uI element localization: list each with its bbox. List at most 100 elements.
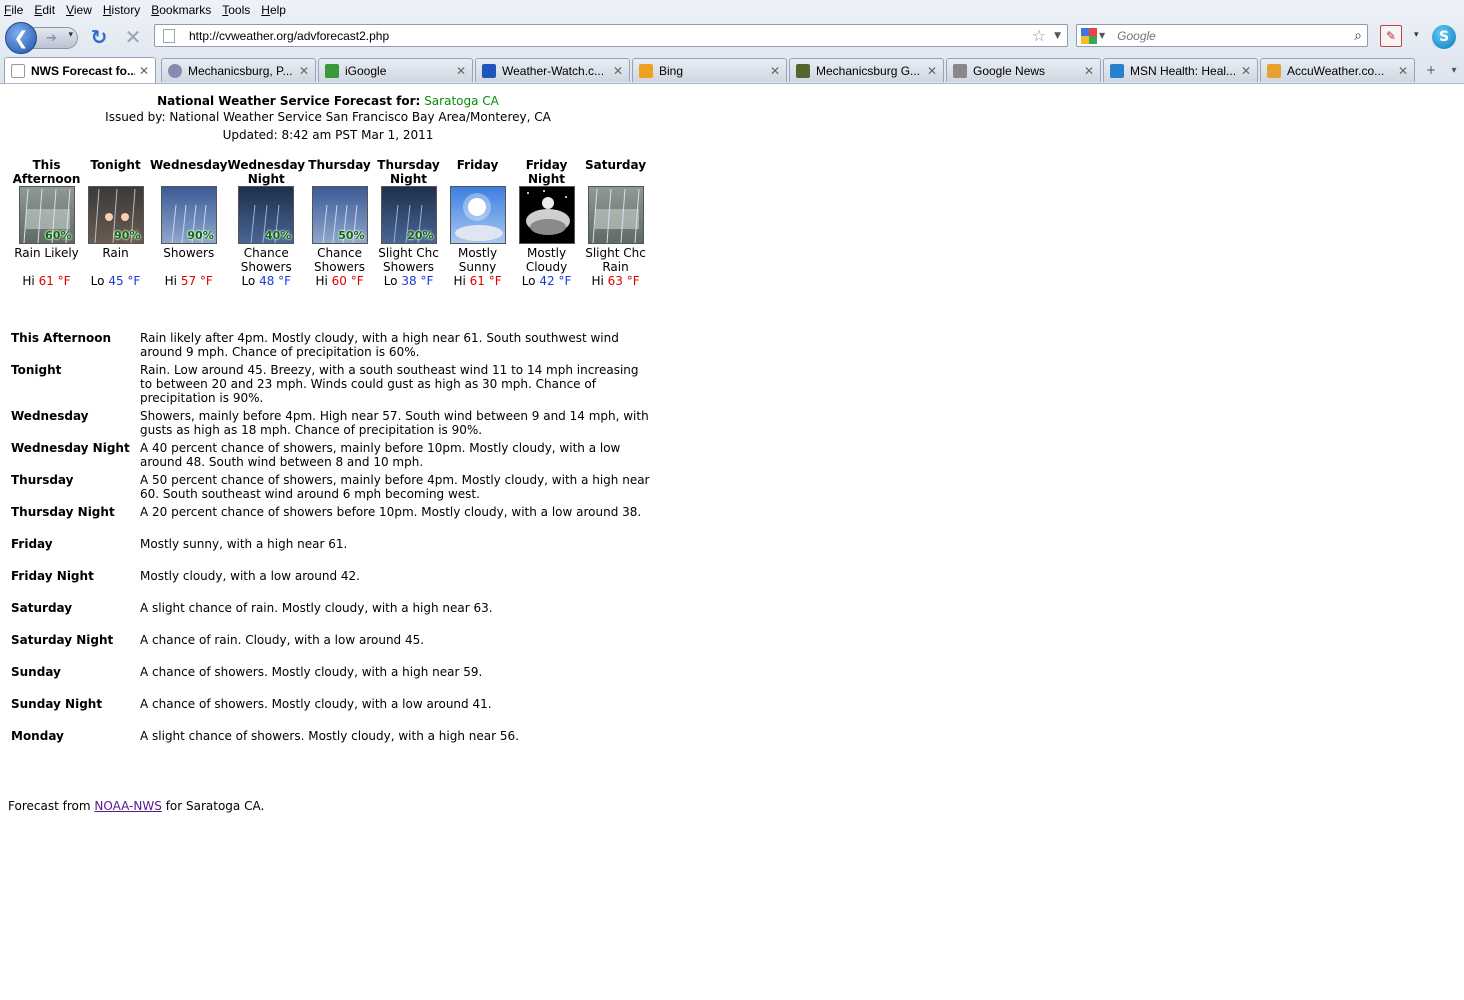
address-bar[interactable]: http://cvweather.org/advforecast2.php ☆ … xyxy=(154,24,1068,47)
temperature: 42 °F xyxy=(539,274,572,288)
reload-icon: ↻ xyxy=(90,25,108,49)
back-arrow-icon: ❮ xyxy=(13,27,29,49)
period-column: Saturday Slight Chc Rain Hi 63 °F xyxy=(581,158,650,288)
favicon-icon xyxy=(1267,63,1281,78)
detail-period: Thursday xyxy=(11,473,74,487)
forward-arrow-icon: ➔ xyxy=(46,30,57,46)
favicon-icon xyxy=(168,63,182,78)
tab-list-icon[interactable]: ▾ xyxy=(1446,60,1462,80)
menu-help[interactable]: Help xyxy=(261,3,286,17)
period-column: Wednesday Night 40% Chance Showers Lo 48… xyxy=(228,158,306,288)
temperature: 60 °F xyxy=(331,274,364,288)
title-prefix: National Weather Service Forecast for: xyxy=(157,94,421,108)
stop-button[interactable]: ✕ xyxy=(122,25,144,49)
menu-edit[interactable]: Edit xyxy=(34,3,55,17)
condition-text: Mostly Cloudy xyxy=(525,246,568,274)
tab-mechanicsburg-p[interactable]: Mechanicsburg, P... ✕ xyxy=(161,58,316,82)
detail-period: Sunday Night xyxy=(11,697,103,711)
tab-label: Mechanicsburg, P... xyxy=(188,63,293,78)
close-icon[interactable]: ✕ xyxy=(613,64,623,78)
tab-accuweather[interactable]: AccuWeather.co... ✕ xyxy=(1260,58,1415,82)
browser-chrome: File Edit View History Bookmarks Tools H… xyxy=(0,0,1464,84)
search-bar[interactable]: ▼ ⌕ xyxy=(1076,24,1368,47)
period-column: Thursday 50% Chance Showers Hi 60 °F xyxy=(305,158,374,288)
tab-igoogle[interactable]: iGoogle ✕ xyxy=(318,58,473,82)
url-dropdown-icon[interactable]: ▼ xyxy=(1054,31,1061,41)
tab-label: AccuWeather.co... xyxy=(1287,63,1385,78)
condition-text: Slight Chc Showers xyxy=(378,246,439,274)
detail-text: A 20 percent chance of showers before 10… xyxy=(140,505,642,519)
hi-lo-label: Hi xyxy=(591,274,604,288)
hi-lo-label: Hi xyxy=(164,274,178,288)
period-name: Saturday xyxy=(584,158,647,172)
forecast-header: National Weather Service Forecast for: S… xyxy=(8,93,648,143)
navigation-toolbar: ➔ ▾ ❮ ↻ ✕ http://cvweather.org/advforeca… xyxy=(0,20,1464,54)
rain-icon xyxy=(587,186,644,244)
tab-msn-health[interactable]: MSN Health: Heal... ✕ xyxy=(1103,58,1258,82)
address-bar-url[interactable]: http://cvweather.org/advforecast2.php xyxy=(189,29,1032,43)
close-icon[interactable]: ✕ xyxy=(139,64,149,78)
search-engine-dropdown-icon[interactable]: ▼ xyxy=(1099,31,1105,40)
detail-text: A slight chance of rain. Mostly cloudy, … xyxy=(140,601,493,615)
detail-period: Tonight xyxy=(11,363,62,377)
detail-period: Saturday xyxy=(11,601,73,615)
place-name: Saratoga CA xyxy=(424,94,499,108)
page-icon xyxy=(163,28,175,43)
hi-lo-label: Hi xyxy=(315,274,328,288)
period-column: Friday Night Mostly Cloudy Lo 42 °F xyxy=(512,158,581,288)
tab-mechanicsburg-g[interactable]: Mechanicsburg G... ✕ xyxy=(789,58,944,82)
tab-label: MSN Health: Heal... xyxy=(1130,63,1237,78)
tab-label: NWS Forecast fo... xyxy=(31,63,135,78)
new-tab-icon[interactable]: + xyxy=(1418,60,1444,80)
period-column: Wednesday 90% Showers Hi 57 °F xyxy=(150,158,228,288)
skype-icon[interactable]: S xyxy=(1432,25,1456,49)
menu-bookmarks[interactable]: Bookmarks xyxy=(151,3,211,17)
close-icon[interactable]: ✕ xyxy=(1241,64,1251,78)
hi-lo-label: Hi xyxy=(453,274,466,288)
period-name: Wednesday Night xyxy=(227,158,306,186)
close-icon[interactable]: ✕ xyxy=(1398,64,1408,78)
tab-weather-watch[interactable]: Weather-Watch.c... ✕ xyxy=(475,58,630,82)
addon-dropdown-icon[interactable]: ▾ xyxy=(1414,30,1419,40)
tab-strip: NWS Forecast fo... ✕ Mechanicsburg, P...… xyxy=(0,56,1464,84)
hi-lo-label: Lo xyxy=(383,274,398,288)
reload-button[interactable]: ↻ xyxy=(88,25,110,49)
detail-text: A chance of showers. Mostly cloudy, with… xyxy=(140,665,483,679)
detail-period: Wednesday xyxy=(11,409,89,423)
temperature: 63 °F xyxy=(607,274,640,288)
magnifier-icon[interactable]: ⌕ xyxy=(1354,28,1362,44)
close-icon[interactable]: ✕ xyxy=(299,64,309,78)
google-icon[interactable] xyxy=(1081,27,1097,44)
table-row: Friday Night Mostly cloudy, with a low ar… xyxy=(11,569,651,601)
forecast-icons-table: This Afternoon 60% Rain Likely Hi 61 °F … xyxy=(12,158,650,288)
detail-text: Rain likely after 4pm. Mostly cloudy, wi… xyxy=(140,331,619,359)
detail-period: This Afternoon xyxy=(11,331,112,345)
tab-bing[interactable]: Bing ✕ xyxy=(632,58,787,82)
favicon-icon xyxy=(325,63,339,78)
bookmark-star-icon[interactable]: ☆ xyxy=(1032,26,1046,45)
updated-time: Updated: 8:42 am PST Mar 1, 2011 xyxy=(222,128,434,142)
noaa-nws-link[interactable]: NOAA-NWS xyxy=(94,799,162,813)
night-showers-icon: 20% xyxy=(380,186,437,244)
menu-view[interactable]: View xyxy=(66,3,92,17)
tab-nws-forecast[interactable]: NWS Forecast fo... ✕ xyxy=(4,57,156,83)
hi-lo-label: Lo xyxy=(90,274,105,288)
tab-google-news[interactable]: Google News ✕ xyxy=(946,58,1101,82)
period-name: Thursday xyxy=(308,158,371,172)
page-title: National Weather Service Forecast for: S… xyxy=(8,93,648,109)
history-dropdown-icon[interactable]: ▾ xyxy=(68,30,73,40)
menu-file[interactable]: File xyxy=(4,3,23,17)
menu-history[interactable]: History xyxy=(103,3,140,17)
close-icon[interactable]: ✕ xyxy=(1084,64,1094,78)
forward-button[interactable]: ➔ ▾ xyxy=(33,27,78,49)
hi-lo-label: Lo xyxy=(521,274,536,288)
close-icon[interactable]: ✕ xyxy=(770,64,780,78)
addon-toolbar-icon[interactable]: ✎ xyxy=(1380,25,1402,47)
table-row: Sunday A chance of showers. Mostly cloudy… xyxy=(11,665,651,697)
close-icon[interactable]: ✕ xyxy=(456,64,466,78)
detail-period: Saturday Night xyxy=(11,633,114,647)
search-input[interactable] xyxy=(1115,27,1355,44)
back-button[interactable]: ❮ xyxy=(5,22,37,54)
menu-tools[interactable]: Tools xyxy=(222,3,250,17)
close-icon[interactable]: ✕ xyxy=(927,64,937,78)
